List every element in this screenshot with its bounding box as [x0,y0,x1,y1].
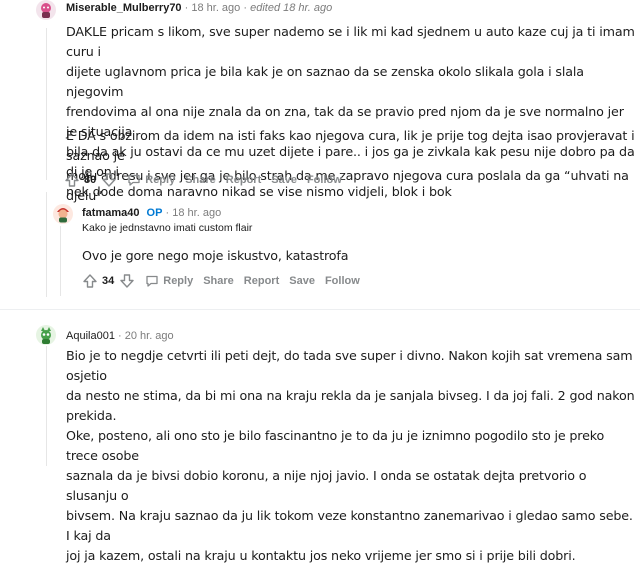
reply-label: Reply [163,275,194,287]
avatar[interactable] [52,203,74,225]
follow-button[interactable]: Follow [307,174,342,186]
upvote-icon[interactable] [82,273,98,289]
downvote-icon[interactable] [101,172,117,188]
username[interactable]: Miserable_Mulberry70 [66,2,182,14]
comment-bubble-icon [128,174,140,186]
follow-button[interactable]: Follow [325,275,360,287]
reply-label: Reply [145,174,176,186]
report-button[interactable]: Report [226,174,261,186]
avatar[interactable] [35,0,57,21]
follow-label: Follow [306,174,342,186]
save-label: Save [289,275,315,287]
comment-actions: 34 Reply Share Report Save Follow [82,270,360,292]
comment-body: E DA s obzirom da idem na isti faks kao … [66,126,636,206]
comment-meta: Miserable_Mulberry70 · 18 hr. ago · edit… [66,2,332,14]
save-button[interactable]: Save [289,275,315,287]
username[interactable]: fatmama40 [82,207,139,219]
comment-line: Ovo je gore nego moje iskustvo, katastro… [82,248,349,263]
timestamp[interactable]: 20 hr. ago [125,330,174,342]
comment-divider [0,309,640,310]
comment-line: bivsem. Na kraju saznao da ju lik tokom … [66,508,633,543]
comment-body: Bio je to negdje cetvrti ili peti dejt, … [66,346,636,566]
op-badge: OP [146,207,163,219]
reply-button[interactable]: Reply [145,274,193,288]
comment-bubble-icon [146,275,158,287]
save-button[interactable]: Save [271,174,297,186]
comment-line: Oke, posteno, ali ono sto je bilo fascin… [66,428,605,463]
user-flair: Kako je jednstavno imati custom flair [82,222,253,234]
vote-score: 34 [102,275,115,287]
comment-line: E DA s obzirom da idem na isti faks kao … [66,128,635,163]
comment-line: saznala da je bivsi dobio koronu, a nije… [66,468,587,503]
save-label: Save [271,174,297,186]
meta-separator: · [118,330,125,342]
timestamp[interactable]: 18 hr. ago [191,2,240,14]
upvote-icon[interactable] [64,172,80,188]
edited-label: edited 18 hr. ago [250,2,333,14]
comment-line: joj ja kazem, ostali na kraju u kontaktu… [66,548,576,563]
comment-meta: Aquila001 · 20 hr. ago [66,330,174,342]
timestamp[interactable]: 18 hr. ago [172,207,221,219]
comment-line: dijete uglavnom prica je bila kak je on … [66,64,584,99]
share-label: Share [203,275,234,287]
thread-line[interactable] [46,192,47,297]
share-button[interactable]: Share [185,174,216,186]
thread-line[interactable] [46,28,47,180]
report-label: Report [225,174,262,186]
vote-score: 80 [84,174,97,186]
comment-line: DAKLE pricam s likom, sve super nademo s… [66,24,635,59]
share-button[interactable]: Share [203,275,234,287]
comment-actions: 80 Reply Share Report Save Follow [64,169,342,191]
comment-line: Bio je to negdje cetvrti ili peti dejt, … [66,348,633,383]
downvote-icon[interactable] [119,273,135,289]
report-button[interactable]: Report [244,275,279,287]
reply-button[interactable]: Reply [127,173,175,187]
avatar[interactable] [35,324,57,346]
username[interactable]: Aquila001 [66,330,115,342]
thread-line[interactable] [60,226,61,296]
report-label: Report [243,275,280,287]
share-label: Share [185,174,216,186]
comment-line: da nesto ne stima, da bi mi ona na kraju… [66,388,635,423]
comment-meta: fatmama40 OP · 18 hr. ago [82,207,221,219]
follow-label: Follow [324,275,360,287]
thread-line[interactable] [46,346,47,466]
comment-body: Ovo je gore nego moje iskustvo, katastro… [82,246,632,266]
